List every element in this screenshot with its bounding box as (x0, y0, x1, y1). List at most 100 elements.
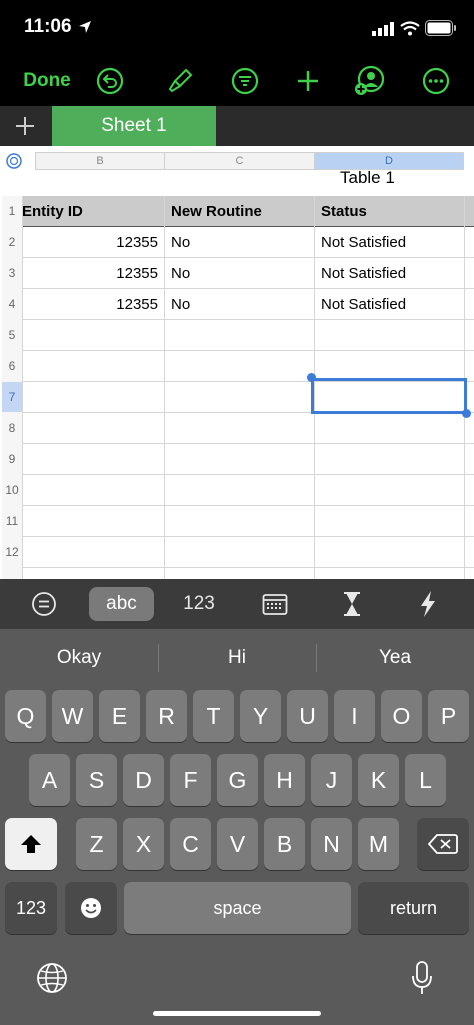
table-cell[interactable]: No (171, 258, 311, 288)
emoji-key[interactable] (65, 882, 117, 934)
format-button[interactable] (164, 64, 196, 98)
row-number[interactable]: 12 (2, 537, 22, 567)
filter-icon (231, 67, 259, 95)
grid-line (22, 474, 474, 475)
wifi-icon (400, 21, 420, 36)
collaborate-button[interactable] (352, 64, 386, 98)
table-header-cell[interactable]: Entity ID (22, 196, 164, 226)
key-o[interactable]: O (381, 690, 422, 742)
key-n[interactable]: N (311, 818, 352, 870)
spreadsheet-canvas[interactable]: B C D Table 1 1 2 3 4 5 6 7 8 9 10 11 12… (0, 146, 474, 579)
select-all-icon[interactable] (4, 151, 24, 171)
table-cell[interactable]: Not Satisfied (321, 227, 461, 257)
lightning-icon (421, 591, 435, 617)
table-cell[interactable]: 12355 (22, 227, 158, 257)
key-g[interactable]: G (217, 754, 258, 806)
backspace-icon (428, 834, 458, 854)
suggestion[interactable]: Yea (316, 640, 474, 676)
grid-line (22, 536, 474, 537)
row-number[interactable]: 9 (2, 444, 22, 474)
row-number[interactable]: 4 (2, 289, 22, 319)
shift-key[interactable] (5, 818, 57, 870)
table-header-cell[interactable]: New Routine (171, 196, 311, 226)
add-person-icon (355, 65, 385, 95)
key-c[interactable]: C (170, 818, 211, 870)
key-h[interactable]: H (264, 754, 305, 806)
key-v[interactable]: V (217, 818, 258, 870)
table-cell[interactable]: No (171, 227, 311, 257)
duration-keyboard-button[interactable] (338, 590, 366, 618)
add-button[interactable] (292, 64, 324, 98)
row-number[interactable]: 3 (2, 258, 22, 288)
undo-button[interactable] (94, 64, 126, 98)
more-button[interactable] (420, 64, 452, 98)
home-indicator[interactable] (153, 1011, 321, 1016)
selected-cell[interactable] (311, 378, 467, 414)
plus-icon (298, 71, 318, 91)
row-number[interactable]: 8 (2, 413, 22, 443)
key-l[interactable]: L (405, 754, 446, 806)
key-r[interactable]: R (146, 690, 187, 742)
table-cell[interactable]: Not Satisfied (321, 289, 461, 319)
table-cell[interactable]: Not Satisfied (321, 258, 461, 288)
globe-key[interactable] (34, 960, 70, 996)
microphone-icon (412, 961, 432, 994)
cellular-signal-icon (372, 22, 394, 36)
return-key[interactable]: return (358, 882, 469, 934)
space-key[interactable]: space (124, 882, 351, 934)
number-keyboard-button[interactable]: 123 (176, 590, 222, 618)
row-number[interactable]: 2 (2, 227, 22, 257)
key-i[interactable]: I (334, 690, 375, 742)
emoji-icon (81, 898, 101, 918)
column-header-b[interactable]: B (35, 152, 165, 170)
filter-button[interactable] (229, 64, 261, 98)
key-q[interactable]: Q (5, 690, 46, 742)
dictation-key[interactable] (404, 958, 440, 998)
quick-actions-button[interactable] (414, 590, 442, 618)
key-x[interactable]: X (123, 818, 164, 870)
date-keyboard-button[interactable] (260, 590, 290, 618)
key-u[interactable]: U (287, 690, 328, 742)
text-keyboard-button[interactable]: abc (89, 587, 154, 621)
suggestion[interactable]: Hi (158, 640, 316, 676)
location-icon (79, 21, 91, 33)
key-j[interactable]: J (311, 754, 352, 806)
table-header-cell[interactable]: Status (321, 196, 461, 226)
row-number[interactable]: 1 (2, 196, 22, 226)
delete-key[interactable] (417, 818, 469, 870)
row-number[interactable]: 10 (2, 475, 22, 505)
grid-line (164, 196, 165, 579)
column-header-c[interactable]: C (164, 152, 315, 170)
key-a[interactable]: A (29, 754, 70, 806)
key-e[interactable]: E (99, 690, 140, 742)
add-sheet-button[interactable] (0, 106, 50, 146)
key-f[interactable]: F (170, 754, 211, 806)
tab-sheet-1[interactable]: Sheet 1 (52, 106, 216, 146)
selection-handle-bottom-right[interactable] (462, 409, 471, 418)
formula-button[interactable] (28, 590, 60, 618)
key-k[interactable]: K (358, 754, 399, 806)
suggestion[interactable]: Okay (0, 640, 158, 676)
row-number[interactable]: 5 (2, 320, 22, 350)
row-number[interactable]: 6 (2, 351, 22, 381)
table-title[interactable]: Table 1 (340, 168, 395, 188)
table-cell[interactable]: No (171, 289, 311, 319)
key-w[interactable]: W (52, 690, 93, 742)
row-number-selected[interactable]: 7 (2, 382, 22, 412)
numbers-key[interactable]: 123 (5, 882, 57, 934)
key-z[interactable]: Z (76, 818, 117, 870)
key-d[interactable]: D (123, 754, 164, 806)
key-p[interactable]: P (428, 690, 469, 742)
key-t[interactable]: T (193, 690, 234, 742)
undo-icon (96, 67, 124, 95)
row-number[interactable]: 11 (2, 506, 22, 536)
table-cell[interactable]: 12355 (22, 258, 158, 288)
done-button[interactable]: Done (18, 64, 76, 98)
paintbrush-icon (168, 68, 193, 93)
key-b[interactable]: B (264, 818, 305, 870)
key-m[interactable]: M (358, 818, 399, 870)
key-y[interactable]: Y (240, 690, 281, 742)
key-s[interactable]: S (76, 754, 117, 806)
table-cell[interactable]: 12355 (22, 289, 158, 319)
selection-handle-top-left[interactable] (307, 373, 316, 382)
